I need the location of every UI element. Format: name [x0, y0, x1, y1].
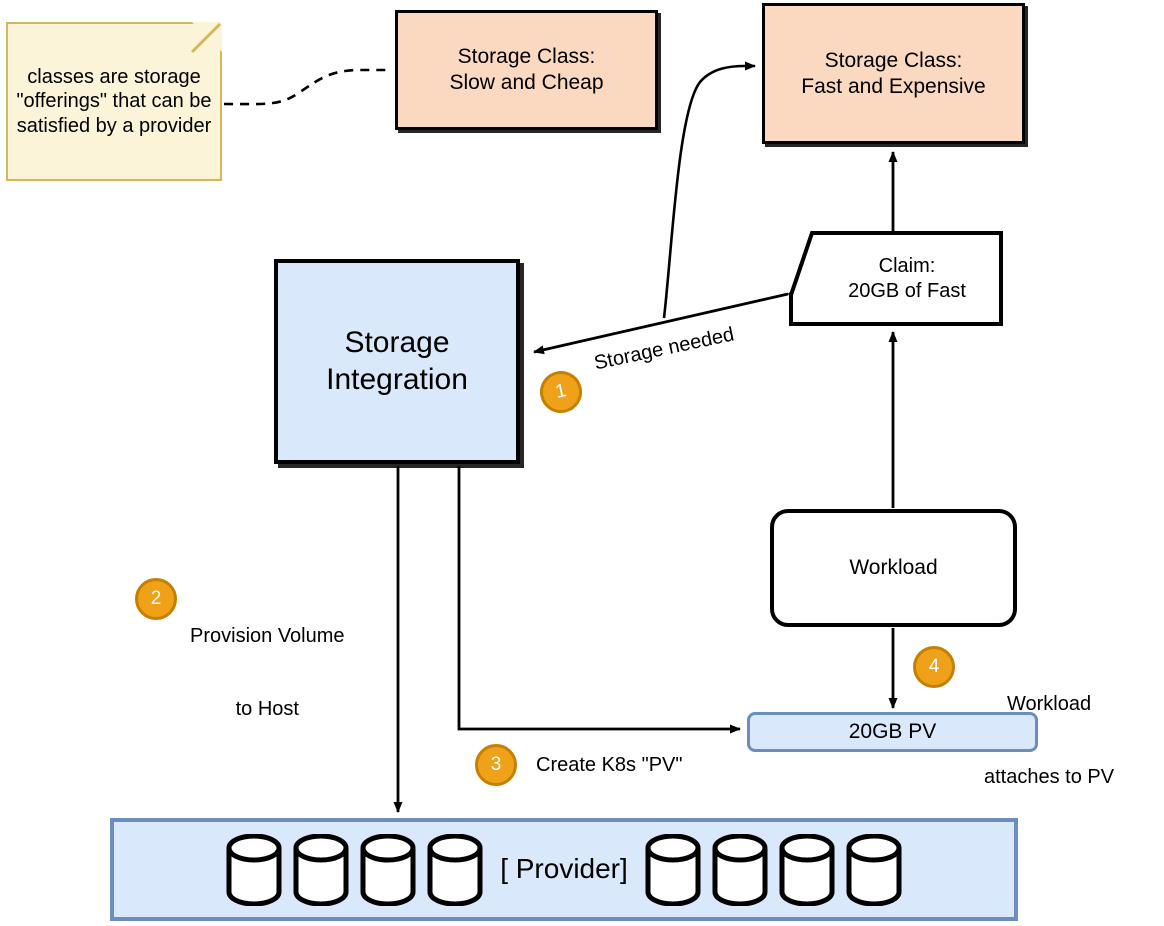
database-cylinder-icon — [712, 833, 768, 906]
step-label-2: Provision Volume to Host — [190, 575, 345, 770]
storage-class-fast-node[interactable]: Storage Class: Fast and Expensive — [762, 3, 1025, 144]
storage-class-slow-line1: Storage Class: — [457, 45, 596, 69]
step-badge-3: 3 — [475, 744, 517, 786]
step-badge-2: 2 — [135, 578, 177, 620]
storage-class-fast-line1: Storage Class: — [824, 48, 963, 72]
storage-integration-node[interactable]: Storage Integration — [274, 259, 520, 464]
database-cylinder-icon — [360, 833, 416, 906]
workload-label: Workload — [849, 556, 938, 580]
connector-to-fast-class — [662, 61, 756, 319]
step-badge-1-number: 1 — [553, 380, 569, 403]
storage-class-slow-line2: Slow and Cheap — [449, 71, 604, 94]
database-cylinder-icon — [846, 833, 902, 906]
provider-disks-left — [225, 833, 484, 906]
diagram-canvas: classes are storage "offerings" that can… — [0, 0, 1164, 926]
database-cylinder-icon — [645, 833, 701, 906]
provider-label: [ Provider] — [500, 853, 628, 885]
workload-node[interactable]: Workload — [770, 509, 1017, 627]
database-cylinder-icon — [293, 833, 349, 906]
step-label-2-line1: Provision Volume — [190, 624, 345, 647]
step-label-4-line1: Workload — [1006, 692, 1092, 715]
step-label-2-line2: to Host — [235, 697, 299, 720]
claim-line1: Claim: — [878, 255, 936, 278]
database-cylinder-icon — [427, 833, 483, 906]
step-badge-4: 4 — [913, 646, 955, 688]
storage-integration-line2: Integration — [326, 362, 468, 396]
claim-line2: 20GB of Fast — [848, 279, 966, 302]
storage-class-fast-line2: Fast and Expensive — [801, 74, 986, 98]
step-label-4-line2: attaches to PV — [984, 765, 1115, 788]
database-cylinder-icon — [226, 833, 282, 906]
step-badge-2-number: 2 — [150, 588, 162, 609]
connector-integration-to-pv — [457, 466, 741, 734]
provider-disks-right — [644, 833, 903, 906]
connector-note-to-slow-class — [223, 68, 392, 106]
storage-integration-line1: Storage — [344, 325, 450, 359]
sticky-note: classes are storage "offerings" that can… — [6, 22, 222, 181]
sticky-note-text: classes are storage "offerings" that can… — [16, 65, 212, 137]
storage-class-slow-node[interactable]: Storage Class: Slow and Cheap — [395, 10, 658, 130]
step-badge-3-number: 3 — [490, 754, 502, 775]
step-label-3: Create K8s "PV" — [536, 754, 683, 776]
database-cylinder-icon — [779, 833, 835, 906]
pv-label: 20GB PV — [848, 720, 937, 744]
provider-node[interactable]: [ Provider] — [110, 818, 1018, 921]
step-label-4: Workload attaches to PV — [984, 643, 1114, 838]
step-badge-4-number: 4 — [928, 656, 940, 677]
page-fold-line-icon — [190, 22, 222, 54]
claim-node[interactable]: Claim: 20GB of Fast — [790, 232, 1002, 325]
